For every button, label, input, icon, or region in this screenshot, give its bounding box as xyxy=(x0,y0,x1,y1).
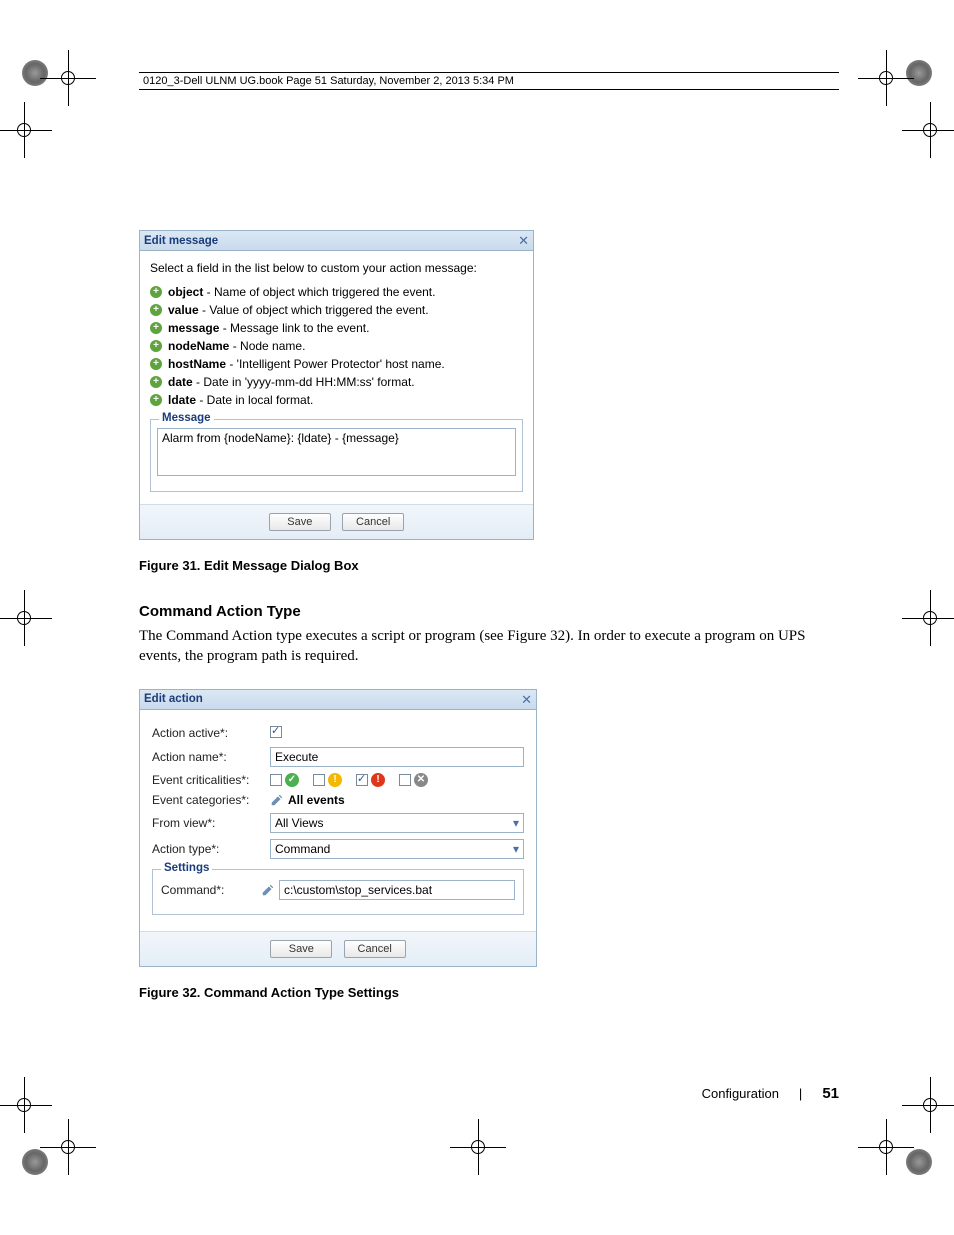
field-option-hostname[interactable]: + hostName - 'Intelligent Power Protecto… xyxy=(150,357,523,371)
command-input[interactable] xyxy=(279,880,515,900)
action-type-value: Command xyxy=(275,842,330,856)
settings-fieldset: Settings Command*: xyxy=(152,869,524,915)
label-action-active: Action active*: xyxy=(152,726,270,740)
crit-warning-checkbox[interactable] xyxy=(313,774,325,786)
field-option-message[interactable]: + message - Message link to the event. xyxy=(150,321,523,335)
dialog-title: Edit message xyxy=(144,235,218,247)
label-command: Command*: xyxy=(161,883,261,897)
dialog-titlebar: Edit message ✕ xyxy=(140,231,533,251)
figure-caption-31: Figure 31. Edit Message Dialog Box xyxy=(139,558,839,573)
label-event-cat: Event categories*: xyxy=(152,793,270,807)
close-icon[interactable]: ✕ xyxy=(521,693,532,706)
crit-normal-checkbox[interactable] xyxy=(270,774,282,786)
close-icon[interactable]: ✕ xyxy=(518,234,529,247)
status-warning-icon: ! xyxy=(328,773,342,787)
page-number: 51 xyxy=(822,1085,839,1102)
message-legend: Message xyxy=(159,412,214,424)
message-fieldset: Message xyxy=(150,419,523,492)
settings-legend: Settings xyxy=(161,862,212,874)
crit-unknown-checkbox[interactable] xyxy=(399,774,411,786)
field-option-value[interactable]: + value - Value of object which triggere… xyxy=(150,303,523,317)
page-content: 0120_3-Dell ULNM UG.book Page 51 Saturda… xyxy=(139,72,839,1102)
add-icon: + xyxy=(150,358,162,370)
status-unknown-icon: ✕ xyxy=(414,773,428,787)
registration-mark xyxy=(920,120,940,140)
dialog-title: Edit action xyxy=(144,693,203,705)
registration-mark xyxy=(58,68,78,88)
from-view-select[interactable]: All Views ▾ xyxy=(270,813,524,833)
footer-section: Configuration xyxy=(702,1086,779,1101)
page-footer: Configuration | 51 xyxy=(139,1085,839,1102)
dialog-titlebar: Edit action ✕ xyxy=(140,690,536,710)
body-paragraph: The Command Action type executes a scrip… xyxy=(139,626,839,667)
add-icon: + xyxy=(150,286,162,298)
action-type-select[interactable]: Command ▾ xyxy=(270,839,524,859)
dialog-footer: Save Cancel xyxy=(140,931,536,966)
message-textarea[interactable] xyxy=(157,428,516,476)
add-icon: + xyxy=(150,376,162,388)
add-icon: + xyxy=(150,304,162,316)
registration-mark xyxy=(468,1137,488,1157)
chevron-down-icon: ▾ xyxy=(513,843,519,855)
field-option-object[interactable]: + object - Name of object which triggere… xyxy=(150,285,523,299)
crop-ornament xyxy=(906,1149,932,1175)
chevron-down-icon: ▾ xyxy=(513,817,519,829)
book-header-line: 0120_3-Dell ULNM UG.book Page 51 Saturda… xyxy=(139,72,839,90)
registration-mark xyxy=(920,608,940,628)
event-categories-value: All events xyxy=(288,793,345,807)
status-normal-icon: ✓ xyxy=(285,773,299,787)
action-name-input[interactable] xyxy=(270,747,524,767)
save-button[interactable]: Save xyxy=(269,513,331,531)
field-option-nodename[interactable]: + nodeName - Node name. xyxy=(150,339,523,353)
add-icon: + xyxy=(150,322,162,334)
figure-caption-32: Figure 32. Command Action Type Settings xyxy=(139,985,839,1000)
from-view-value: All Views xyxy=(275,816,323,830)
crop-ornament xyxy=(906,60,932,86)
status-critical-icon: ! xyxy=(371,773,385,787)
crop-ornament xyxy=(22,60,48,86)
section-heading: Command Action Type xyxy=(139,603,839,620)
field-option-date[interactable]: + date - Date in 'yyyy-mm-dd HH:MM:ss' f… xyxy=(150,375,523,389)
action-active-checkbox[interactable] xyxy=(270,726,282,738)
crit-critical-checkbox[interactable] xyxy=(356,774,368,786)
save-button[interactable]: Save xyxy=(270,940,332,958)
edit-icon[interactable] xyxy=(261,883,275,897)
edit-action-dialog: Edit action ✕ Action active*: Action nam… xyxy=(139,689,537,967)
registration-mark xyxy=(14,608,34,628)
registration-mark xyxy=(14,1095,34,1115)
field-option-ldate[interactable]: + ldate - Date in local format. xyxy=(150,393,523,407)
dialog-instruction: Select a field in the list below to cust… xyxy=(150,261,523,275)
label-from-view: From view*: xyxy=(152,816,270,830)
footer-separator: | xyxy=(799,1086,802,1101)
registration-mark xyxy=(920,1095,940,1115)
cancel-button[interactable]: Cancel xyxy=(342,513,404,531)
registration-mark xyxy=(58,1137,78,1157)
edit-message-dialog: Edit message ✕ Select a field in the lis… xyxy=(139,230,534,540)
label-action-type: Action type*: xyxy=(152,842,270,856)
label-action-name: Action name*: xyxy=(152,750,270,764)
add-icon: + xyxy=(150,394,162,406)
cancel-button[interactable]: Cancel xyxy=(344,940,406,958)
registration-mark xyxy=(14,120,34,140)
registration-mark xyxy=(876,1137,896,1157)
label-event-crit: Event criticalities*: xyxy=(152,773,270,787)
registration-mark xyxy=(876,68,896,88)
crop-ornament xyxy=(22,1149,48,1175)
edit-icon[interactable] xyxy=(270,793,284,807)
add-icon: + xyxy=(150,340,162,352)
dialog-footer: Save Cancel xyxy=(140,504,533,539)
